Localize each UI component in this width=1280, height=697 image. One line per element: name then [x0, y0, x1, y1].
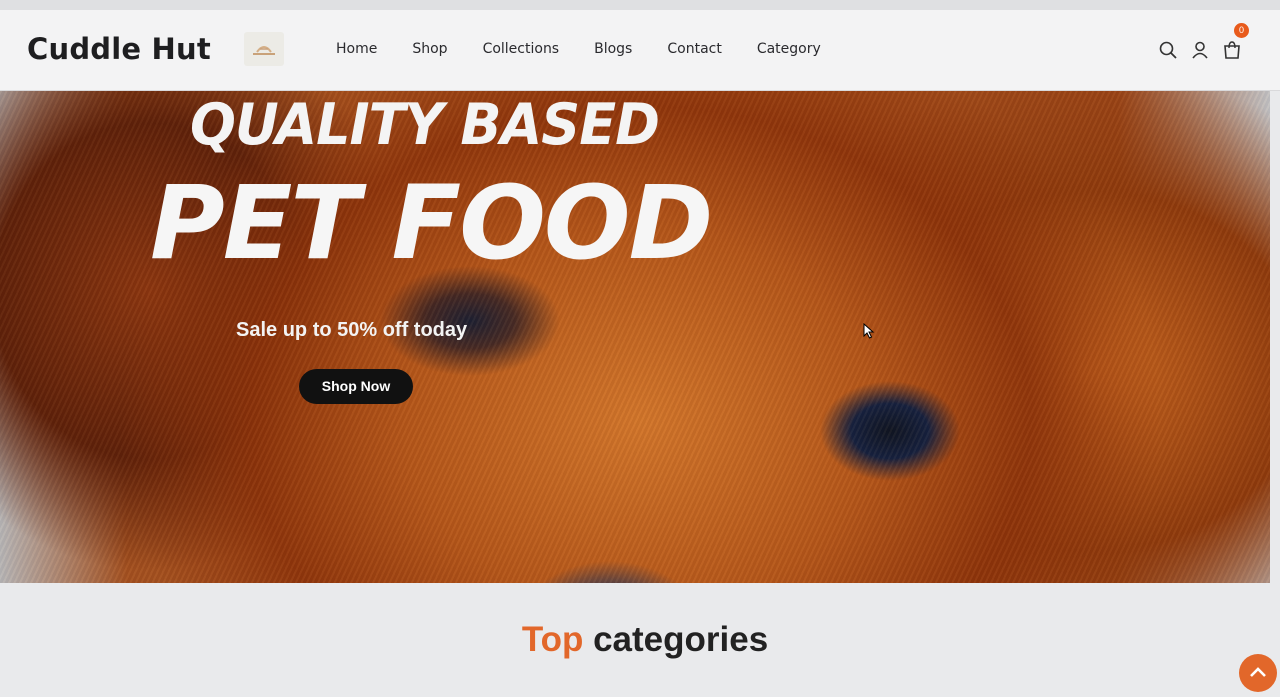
section-title-rest: categories: [593, 620, 769, 659]
brand-logo-image[interactable]: [244, 32, 284, 66]
search-icon[interactable]: [1158, 40, 1178, 60]
user-icon[interactable]: [1190, 40, 1210, 60]
brand-logo-text[interactable]: Cuddle Hut: [27, 32, 211, 66]
main-nav: Home Shop Collections Blogs Contact Cate…: [336, 41, 856, 57]
scroll-to-top-button[interactable]: [1239, 654, 1277, 692]
section-title-accent: Top: [521, 620, 584, 659]
hero-title-line2: PET FOOD: [150, 164, 713, 283]
shop-now-button[interactable]: Shop Now: [299, 369, 413, 404]
nav-home[interactable]: Home: [336, 41, 377, 57]
nav-shop[interactable]: Shop: [412, 41, 447, 57]
hero-banner: QUALITY BASED PET FOOD Sale up to 50% of…: [0, 91, 1270, 583]
nav-blogs[interactable]: Blogs: [594, 41, 632, 57]
header-icons: [1158, 40, 1242, 60]
window-top-strip: [0, 0, 1280, 10]
nav-category[interactable]: Category: [757, 41, 821, 57]
chevron-up-icon: [1250, 667, 1266, 677]
site-header: Cuddle Hut Home Shop Collections Blogs C…: [0, 10, 1280, 91]
cart-count-badge: 0: [1234, 23, 1249, 38]
hero-subtitle: Sale up to 50% off today: [236, 319, 468, 341]
cart-icon[interactable]: [1222, 40, 1242, 60]
section-title: Top categories: [0, 620, 1280, 660]
nav-collections[interactable]: Collections: [483, 41, 560, 57]
hero-title-line1: QUALITY BASED: [190, 91, 660, 158]
mouse-cursor-icon: [863, 323, 875, 339]
nav-contact[interactable]: Contact: [667, 41, 721, 57]
